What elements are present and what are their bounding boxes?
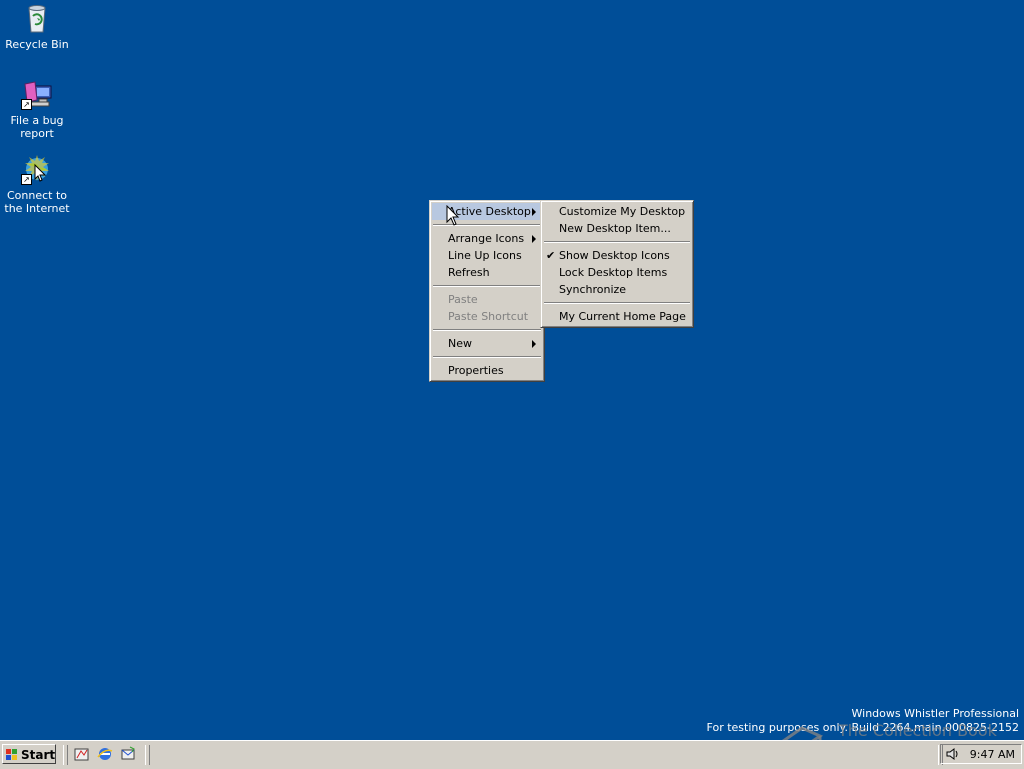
menu-item-customize-my-desktop[interactable]: Customize My Desktop bbox=[543, 203, 691, 220]
menu-separator bbox=[544, 241, 690, 243]
menu-item-label: Paste Shortcut bbox=[448, 310, 529, 323]
desktop-icon-file-bug-report[interactable]: ↗ File a bug report bbox=[0, 78, 74, 140]
menu-item-new[interactable]: New bbox=[432, 335, 542, 352]
active-desktop-submenu: Customize My Desktop New Desktop Item...… bbox=[540, 200, 694, 328]
menu-separator bbox=[433, 329, 541, 331]
outlook-express-icon[interactable] bbox=[120, 746, 136, 762]
menu-separator bbox=[433, 285, 541, 287]
menu-item-refresh[interactable]: Refresh bbox=[432, 264, 542, 281]
checkmark-icon: ✔ bbox=[546, 249, 556, 262]
desktop-icon-label: File a bug report bbox=[10, 114, 64, 140]
connect-internet-icon: ↗ bbox=[21, 153, 53, 185]
menu-item-label: Show Desktop Icons bbox=[559, 249, 670, 262]
menu-item-arrange-icons[interactable]: Arrange Icons bbox=[432, 230, 542, 247]
shortcut-arrow-icon: ↗ bbox=[21, 174, 32, 185]
desktop-icon-connect-internet[interactable]: ↗ Connect to the Internet bbox=[0, 153, 74, 215]
menu-item-label: Properties bbox=[448, 364, 504, 377]
menu-item-synchronize[interactable]: Synchronize bbox=[543, 281, 691, 298]
show-desktop-icon[interactable] bbox=[74, 746, 90, 762]
mouse-pointer-icon bbox=[446, 205, 460, 226]
volume-speaker-icon[interactable] bbox=[945, 747, 959, 761]
taskbar: Start 9:47 AM bbox=[0, 740, 1024, 769]
toolbar-grip[interactable] bbox=[63, 745, 68, 765]
submenu-arrow-icon bbox=[532, 208, 536, 216]
menu-item-new-desktop-item[interactable]: New Desktop Item... bbox=[543, 220, 691, 237]
menu-item-label: Lock Desktop Items bbox=[559, 266, 668, 279]
start-label: Start bbox=[21, 748, 56, 762]
menu-separator bbox=[433, 356, 541, 358]
menu-item-properties[interactable]: Properties bbox=[432, 362, 542, 379]
menu-item-label: Synchronize bbox=[559, 283, 627, 296]
toolbar-grip[interactable] bbox=[145, 745, 150, 765]
desktop-icon-label: Recycle Bin bbox=[5, 38, 69, 51]
menu-item-label: Paste bbox=[448, 293, 478, 306]
internet-explorer-icon[interactable] bbox=[97, 746, 113, 762]
windows-flag-icon bbox=[6, 749, 17, 760]
desktop-icon-recycle-bin[interactable]: Recycle Bin bbox=[0, 2, 74, 51]
submenu-arrow-icon bbox=[532, 340, 536, 348]
menu-item-paste-shortcut[interactable]: Paste Shortcut bbox=[432, 308, 542, 325]
recycle-bin-icon bbox=[21, 2, 53, 34]
menu-item-lock-desktop-items[interactable]: Lock Desktop Items bbox=[543, 264, 691, 281]
bug-report-icon: ↗ bbox=[21, 78, 53, 110]
menu-item-label: New bbox=[448, 337, 472, 350]
menu-item-label: Refresh bbox=[448, 266, 490, 279]
clock[interactable]: 9:47 AM bbox=[970, 745, 1015, 765]
menu-item-my-current-home-page[interactable]: My Current Home Page bbox=[543, 308, 691, 325]
shortcut-arrow-icon: ↗ bbox=[21, 99, 32, 110]
menu-item-label: Arrange Icons bbox=[448, 232, 525, 245]
menu-item-label: Line Up Icons bbox=[448, 249, 522, 262]
menu-item-label: Active Desktop bbox=[448, 205, 531, 218]
menu-item-paste[interactable]: Paste bbox=[432, 291, 542, 308]
menu-item-label: New Desktop Item... bbox=[559, 222, 671, 235]
start-button[interactable]: Start bbox=[2, 744, 56, 764]
desktop-context-menu: Active Desktop Arrange Icons Line Up Ico… bbox=[429, 200, 545, 382]
menu-item-show-desktop-icons[interactable]: ✔ Show Desktop Icons bbox=[543, 247, 691, 264]
menu-item-label: Customize My Desktop bbox=[559, 205, 686, 218]
desktop-icon-label: Connect to the Internet bbox=[4, 189, 70, 215]
menu-separator bbox=[544, 302, 690, 304]
menu-item-line-up-icons[interactable]: Line Up Icons bbox=[432, 247, 542, 264]
system-tray: 9:47 AM bbox=[940, 744, 1022, 764]
submenu-arrow-icon bbox=[532, 235, 536, 243]
menu-item-label: My Current Home Page bbox=[559, 310, 686, 323]
